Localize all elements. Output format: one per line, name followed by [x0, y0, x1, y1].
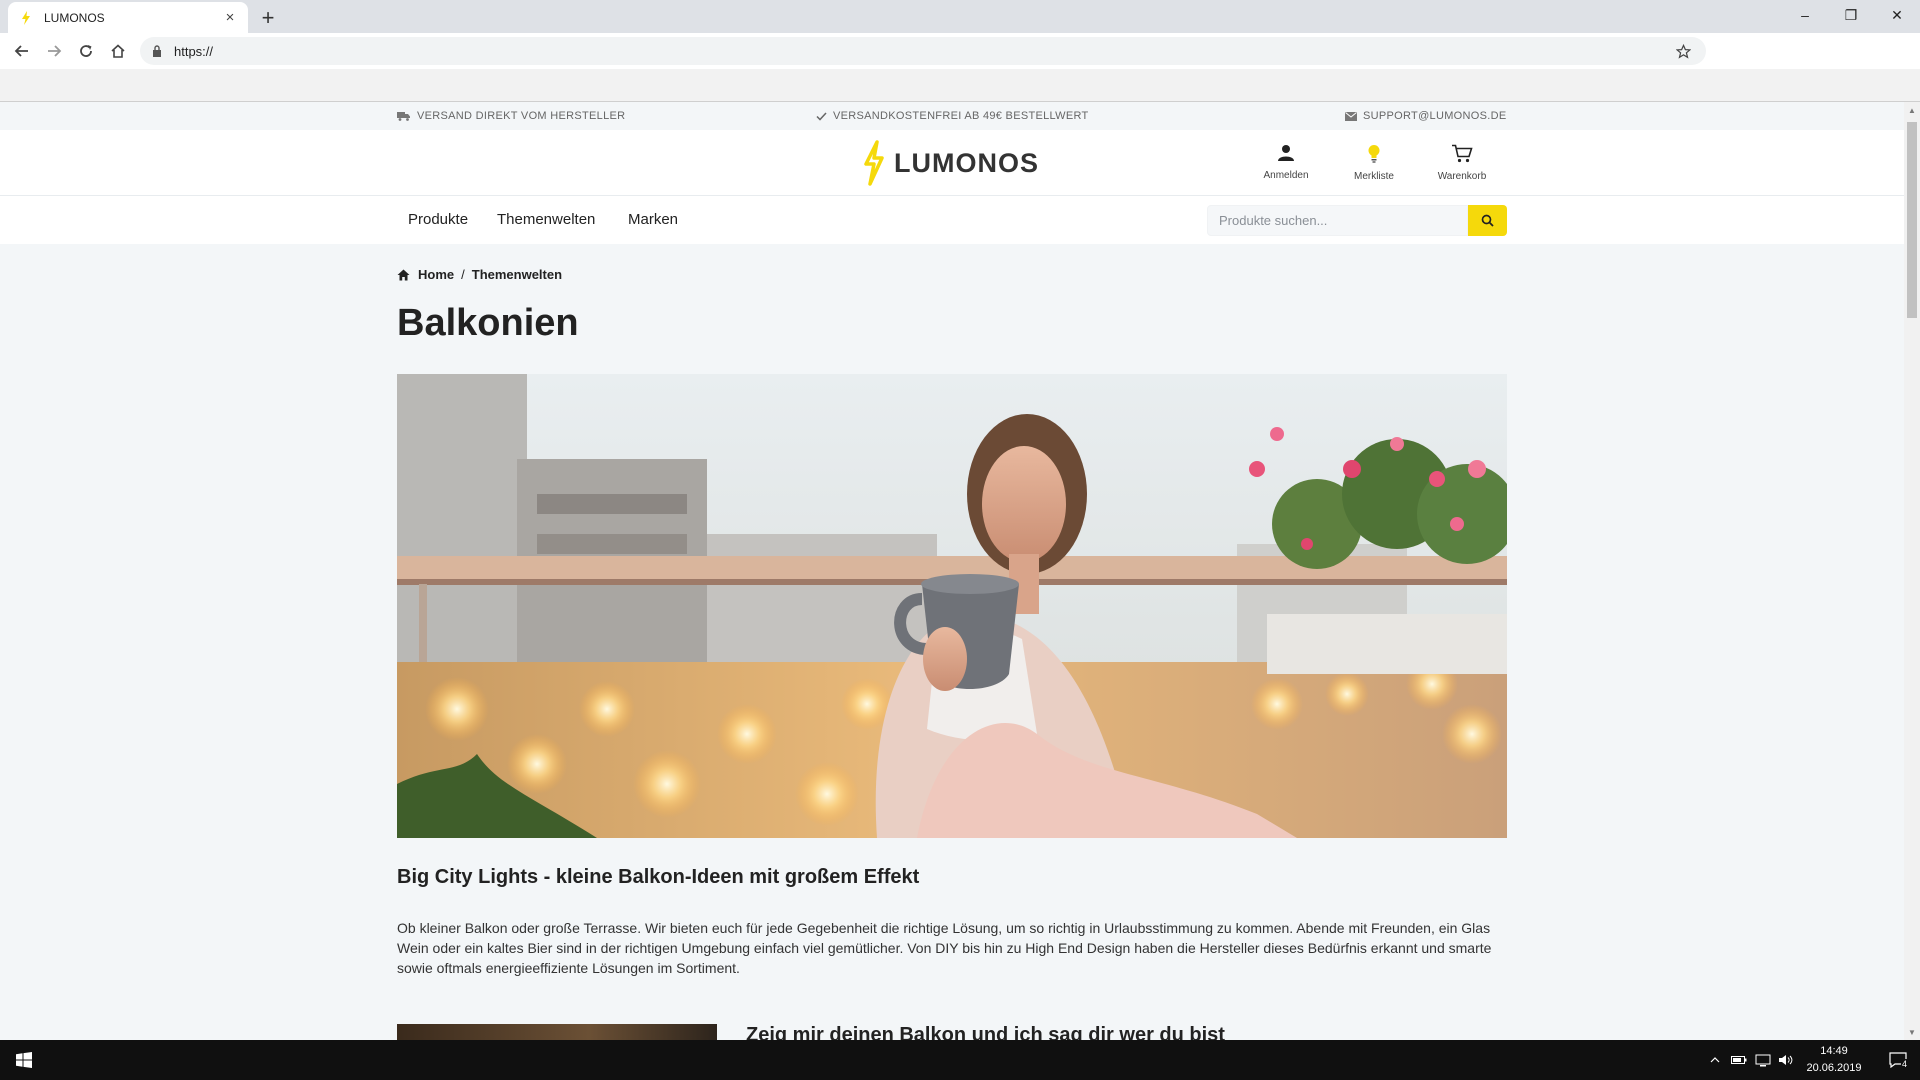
wishlist-button[interactable]: Merkliste [1339, 144, 1409, 182]
clock-date: 20.06.2019 [1806, 1062, 1862, 1074]
tab-close-icon[interactable]: × [222, 9, 238, 26]
scrollbar-thumb[interactable] [1907, 122, 1917, 318]
browser-tab-strip: LUMONOS × + – ❐ ✕ [0, 0, 1920, 33]
cart-icon [1452, 144, 1473, 163]
windows-start-button[interactable] [0, 1040, 48, 1080]
usp-shipping: VERSAND DIREKT VOM HERSTELLER [397, 110, 625, 122]
nav-item-produkte[interactable]: Produkte [408, 211, 468, 228]
site-logo[interactable]: LUMONOS [862, 140, 1039, 186]
truck-icon [397, 112, 410, 121]
hero-image [397, 374, 1507, 838]
forward-arrow-icon[interactable] [42, 39, 66, 63]
battery-icon[interactable] [1728, 1052, 1750, 1068]
search-form [1207, 205, 1507, 236]
network-icon[interactable] [1752, 1052, 1774, 1068]
windows-taskbar: 14:49 20.06.2019 4 [0, 1040, 1920, 1080]
home-icon[interactable] [397, 269, 410, 281]
window-close-button[interactable]: ✕ [1874, 0, 1920, 30]
usp-free-shipping-text: VERSANDKOSTENFREI AB 49€ BESTELLWERT [833, 110, 1089, 122]
breadcrumb-home[interactable]: Home [418, 267, 454, 282]
bookmark-star-icon[interactable] [1676, 43, 1694, 59]
back-arrow-icon[interactable] [10, 39, 34, 63]
notification-count: 4 [1901, 1059, 1909, 1069]
browser-tab[interactable]: LUMONOS × [8, 2, 248, 33]
windows-logo-icon [16, 1052, 32, 1068]
main-navigation: Produkte Themenwelten Marken [0, 196, 1904, 244]
login-label: Anmelden [1263, 170, 1309, 181]
browser-bookmark-area [0, 69, 1920, 102]
teaser-image[interactable] [397, 1024, 717, 1040]
window-restore-button[interactable]: ❐ [1828, 0, 1874, 30]
address-bar[interactable] [140, 37, 1706, 65]
search-input[interactable] [1207, 205, 1468, 236]
home-icon[interactable] [106, 39, 130, 63]
usp-bar: VERSAND DIREKT VOM HERSTELLER VERSANDKOS… [0, 102, 1904, 130]
lock-icon [152, 45, 166, 57]
action-center-button[interactable]: 4 [1876, 1040, 1920, 1080]
teaser-heading: Zeig mir deinen Balkon und ich sag dir w… [746, 1024, 1225, 1040]
usp-free-shipping: VERSANDKOSTENFREI AB 49€ BESTELLWERT [816, 110, 1089, 122]
taskbar-clock[interactable]: 14:49 20.06.2019 [1792, 1043, 1876, 1077]
cart-label: Warenkorb [1437, 171, 1487, 182]
user-icon [1278, 145, 1294, 161]
lightning-logo-icon [864, 140, 884, 186]
search-button[interactable] [1468, 205, 1507, 236]
page-scrollbar[interactable]: ▲ ▼ [1904, 102, 1920, 1040]
lightbulb-icon [1368, 145, 1380, 163]
search-icon [1481, 214, 1494, 227]
new-tab-button[interactable]: + [254, 4, 282, 32]
clock-time: 14:49 [1820, 1045, 1848, 1057]
page-title: Balkonien [397, 302, 579, 344]
nav-item-themenwelten[interactable]: Themenwelten [497, 211, 595, 228]
usp-shipping-text: VERSAND DIREKT VOM HERSTELLER [417, 110, 626, 122]
section-heading: Big City Lights - kleine Balkon-Ideen mi… [397, 866, 920, 888]
breadcrumb-themenwelten[interactable]: Themenwelten [472, 267, 562, 282]
page-viewport: VERSAND DIREKT VOM HERSTELLER VERSANDKOS… [0, 102, 1904, 1040]
window-minimize-button[interactable]: – [1782, 0, 1828, 30]
tray-chevron-up-icon[interactable] [1704, 1052, 1726, 1068]
breadcrumb-separator: / [461, 267, 465, 282]
checkmark-icon [816, 111, 827, 121]
browser-toolbar [0, 33, 1920, 69]
intro-paragraph: Ob kleiner Balkon oder große Terrasse. W… [397, 920, 1492, 976]
logo-wordmark: LUMONOS [894, 147, 1039, 178]
nav-item-marken[interactable]: Marken [628, 211, 678, 228]
lightning-favicon-icon [18, 10, 34, 26]
scroll-up-arrow-icon[interactable]: ▲ [1904, 102, 1920, 118]
breadcrumb: Home / Themenwelten [397, 267, 562, 282]
site-header: LUMONOS Anmelden Merkliste Warenkorb [0, 130, 1904, 196]
tab-title: LUMONOS [44, 10, 105, 25]
usp-support[interactable]: SUPPORT@LUMONOS.DE [1345, 110, 1507, 122]
support-email-link[interactable]: SUPPORT@LUMONOS.DE [1363, 110, 1507, 122]
wishlist-label: Merkliste [1353, 171, 1394, 182]
scroll-down-arrow-icon[interactable]: ▼ [1904, 1024, 1920, 1040]
url-input[interactable] [174, 43, 1676, 59]
reload-icon[interactable] [74, 39, 98, 63]
login-button[interactable]: Anmelden [1251, 144, 1321, 181]
cart-button[interactable]: Warenkorb [1427, 144, 1497, 182]
envelope-icon [1345, 111, 1357, 121]
